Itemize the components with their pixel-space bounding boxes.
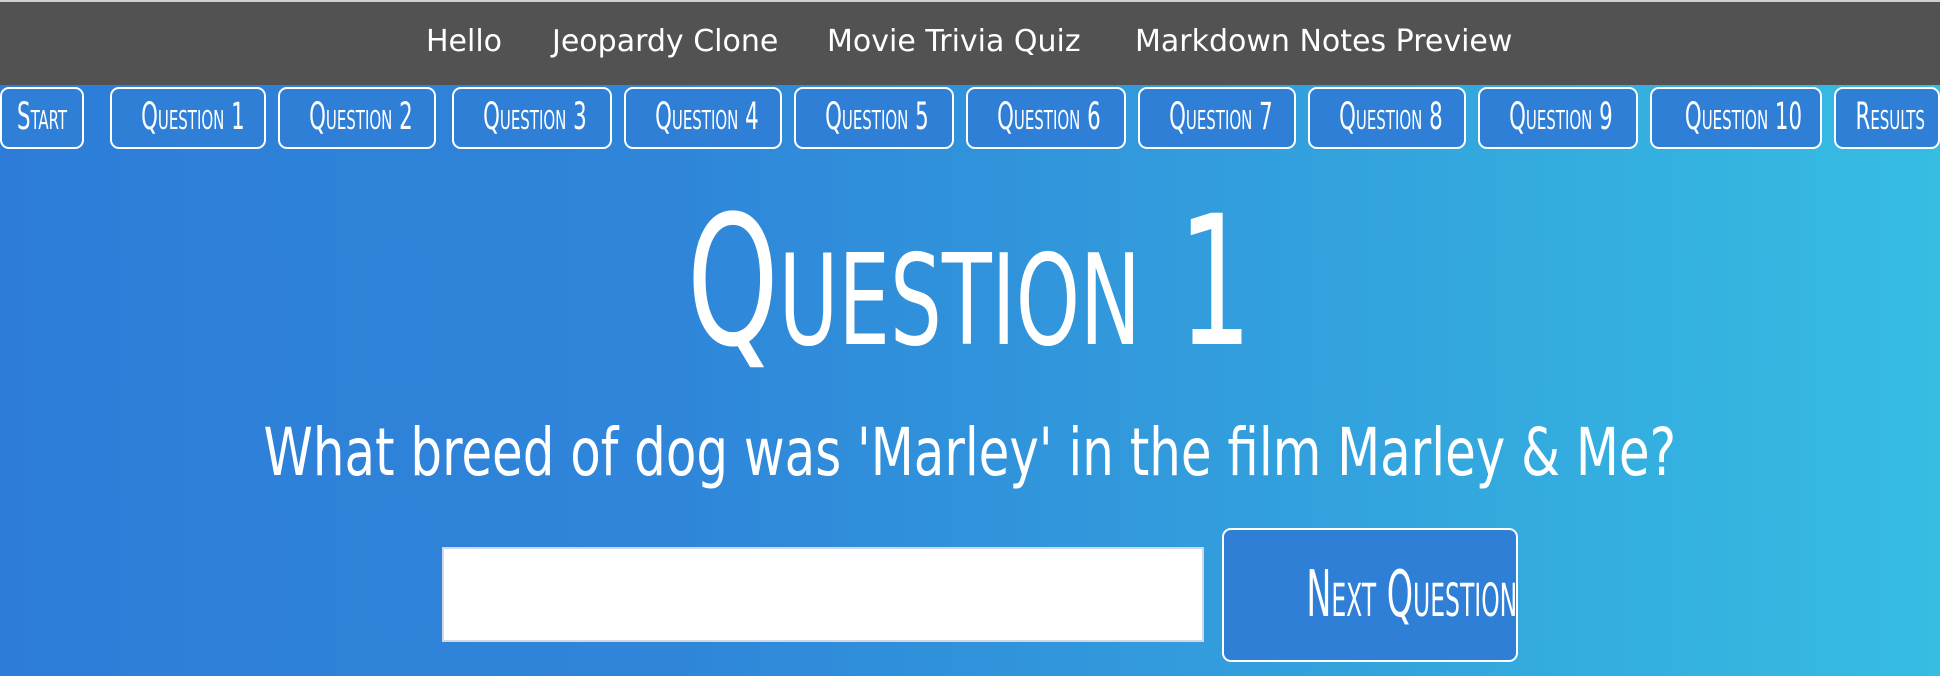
tab-question-4[interactable]: Question 4 bbox=[624, 87, 782, 149]
tab-question-7[interactable]: Question 7 bbox=[1138, 87, 1296, 149]
next-question-button[interactable]: Next Question bbox=[1222, 528, 1518, 662]
tab-results-label: Results bbox=[1855, 95, 1925, 138]
tab-question-8[interactable]: Question 8 bbox=[1308, 87, 1466, 149]
tab-question-7-label: Question 7 bbox=[1169, 95, 1273, 138]
top-navigation: Hello Jeopardy Clone Movie Trivia Quiz M… bbox=[0, 2, 1940, 85]
tab-question-2-label: Question 2 bbox=[309, 95, 413, 138]
nav-link-hello[interactable]: Hello bbox=[426, 22, 502, 62]
tab-question-2[interactable]: Question 2 bbox=[278, 87, 436, 149]
question-title: Question 1 bbox=[0, 168, 1940, 398]
tab-question-8-label: Question 8 bbox=[1339, 95, 1443, 138]
nav-link-jeopardy-clone[interactable]: Jeopardy Clone bbox=[552, 22, 778, 62]
tab-question-5-label: Question 5 bbox=[825, 95, 929, 138]
answer-input[interactable] bbox=[442, 547, 1204, 642]
tab-question-1[interactable]: Question 1 bbox=[110, 87, 266, 149]
tab-question-3[interactable]: Question 3 bbox=[452, 87, 612, 149]
tab-question-9[interactable]: Question 9 bbox=[1478, 87, 1638, 149]
tab-start[interactable]: Start bbox=[0, 87, 84, 149]
tab-question-4-label: Question 4 bbox=[655, 95, 759, 138]
tab-question-1-label: Question 1 bbox=[141, 95, 245, 138]
tab-question-3-label: Question 3 bbox=[483, 95, 587, 138]
tab-question-6[interactable]: Question 6 bbox=[966, 87, 1126, 149]
next-question-label: Next Question bbox=[1306, 557, 1518, 632]
question-title-text: Question 1 bbox=[687, 178, 1253, 387]
tab-results[interactable]: Results bbox=[1834, 87, 1940, 149]
tab-question-5[interactable]: Question 5 bbox=[794, 87, 954, 149]
nav-link-markdown-notes-preview[interactable]: Markdown Notes Preview bbox=[1135, 22, 1512, 62]
tab-question-9-label: Question 9 bbox=[1509, 95, 1613, 138]
question-text: What breed of dog was 'Marley' in the fi… bbox=[0, 408, 1940, 498]
tab-question-6-label: Question 6 bbox=[997, 95, 1101, 138]
nav-link-movie-trivia-quiz[interactable]: Movie Trivia Quiz bbox=[827, 22, 1081, 62]
tab-start-label: Start bbox=[17, 95, 67, 138]
question-tabs: Start Question 1 Question 2 Question 3 Q… bbox=[0, 85, 1940, 153]
tab-question-10[interactable]: Question 10 bbox=[1650, 87, 1822, 149]
question-text-content: What breed of dog was 'Marley' in the fi… bbox=[263, 414, 1677, 491]
tab-question-10-label: Question 10 bbox=[1684, 95, 1803, 138]
